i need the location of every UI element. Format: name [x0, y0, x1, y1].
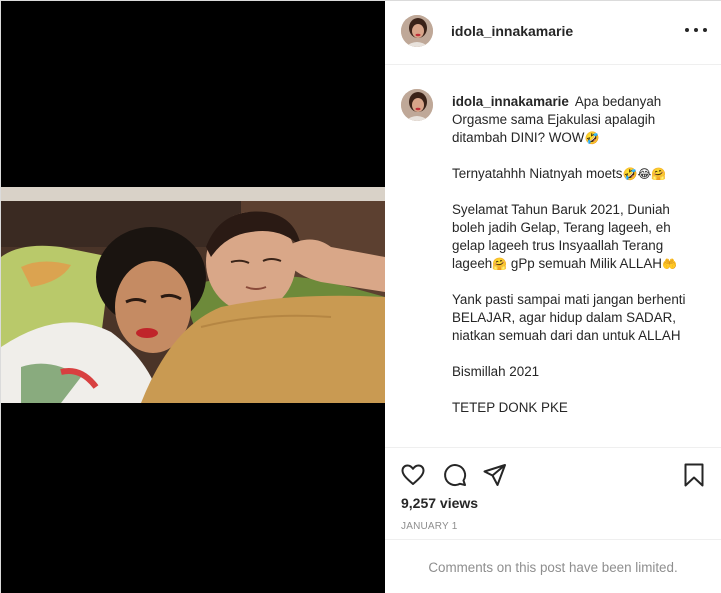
caption-paragraph: TETEP DONK PKE	[452, 400, 568, 415]
avatar[interactable]	[401, 15, 433, 47]
emoji: 🤣😂🤗	[622, 167, 667, 181]
emoji: 🤗	[492, 257, 508, 271]
caption-paragraph: Bismillah 2021	[452, 364, 540, 379]
caption-paragraph: Ternyatahhh Niatnyah moets🤣😂🤗	[452, 165, 704, 183]
emoji: 🤣	[584, 131, 600, 145]
caption-paragraph: Syelamat Tahun Baruk 2021, Duniah boleh …	[452, 201, 704, 273]
avatar-image	[401, 89, 433, 121]
comment-bubble-icon[interactable]	[442, 462, 468, 488]
caption-username[interactable]: idola_innakamarie	[452, 94, 569, 109]
paper-plane-icon[interactable]	[482, 462, 508, 488]
bookmark-icon[interactable]	[681, 462, 707, 488]
dot	[694, 28, 698, 32]
avatar[interactable]	[401, 89, 433, 121]
post-header: idola_innakamarie	[385, 1, 721, 65]
post-photo[interactable]	[1, 187, 385, 403]
header-username[interactable]: idola_innakamarie	[451, 23, 573, 39]
caption-paragraph: idola_innakamarie Apa bedanyah Orgasme s…	[452, 93, 704, 147]
view-count[interactable]: 9,257 views	[401, 495, 478, 511]
caption-text: Ternyatahhh Niatnyah moets	[452, 166, 623, 181]
more-options-icon[interactable]	[685, 25, 707, 35]
post-media[interactable]	[1, 1, 385, 593]
dot	[703, 28, 707, 32]
comments-limited-notice: Comments on this post have been limited.	[385, 539, 721, 593]
post-side-panel: idola_innakamarie idola_innakamarie Apa …	[385, 1, 721, 593]
caption-text: gPp semuah Milik ALLAH	[507, 256, 662, 271]
emoji: 🤲	[661, 257, 677, 271]
post-container: idola_innakamarie idola_innakamarie Apa …	[0, 0, 721, 593]
caption-section[interactable]: idola_innakamarie Apa bedanyah Orgasme s…	[385, 65, 721, 447]
post-caption: idola_innakamarie Apa bedanyah Orgasme s…	[452, 93, 704, 417]
post-date[interactable]: JANUARY 1	[401, 521, 457, 532]
post-photo-image	[1, 187, 385, 403]
caption-paragraph: Yank pasti sampai mati jangan berhenti B…	[452, 292, 686, 343]
avatar-image	[401, 15, 433, 47]
dot	[685, 28, 689, 32]
heart-icon[interactable]	[400, 462, 426, 488]
